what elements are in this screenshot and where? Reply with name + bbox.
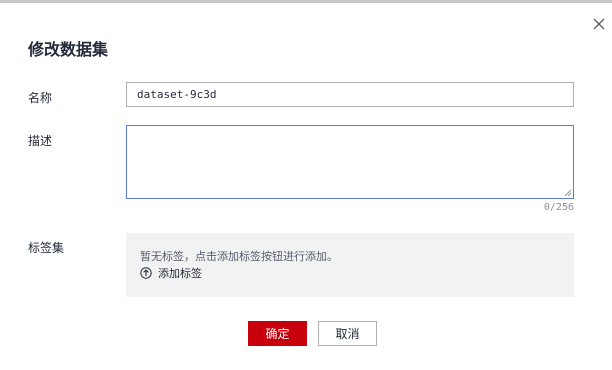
- plus-circle-icon: [140, 267, 152, 279]
- add-tag-label: 添加标签: [158, 267, 202, 280]
- name-input[interactable]: [126, 82, 574, 107]
- name-label: 名称: [28, 91, 53, 105]
- tags-empty-hint: 暂无标签，点击添加标签按钮进行添加。: [140, 250, 338, 263]
- description-label: 描述: [28, 134, 53, 148]
- close-button[interactable]: [591, 16, 607, 32]
- ok-button[interactable]: 确定: [248, 321, 307, 346]
- add-tag-button[interactable]: 添加标签: [140, 265, 202, 281]
- description-textarea[interactable]: [126, 125, 574, 199]
- edit-dataset-dialog: 修改数据集 名称 描述 0/256 标签集 暂无标签，点击添加标签按钮进行添加。…: [0, 0, 612, 370]
- tag-area: 暂无标签，点击添加标签按钮进行添加。 添加标签: [126, 233, 574, 297]
- description-char-counter: 0/256: [543, 202, 574, 213]
- close-icon: [593, 18, 605, 30]
- tags-label: 标签集: [28, 241, 65, 255]
- dialog-title: 修改数据集: [28, 40, 109, 59]
- cancel-button[interactable]: 取消: [318, 321, 377, 346]
- resize-handle-icon[interactable]: [564, 189, 572, 197]
